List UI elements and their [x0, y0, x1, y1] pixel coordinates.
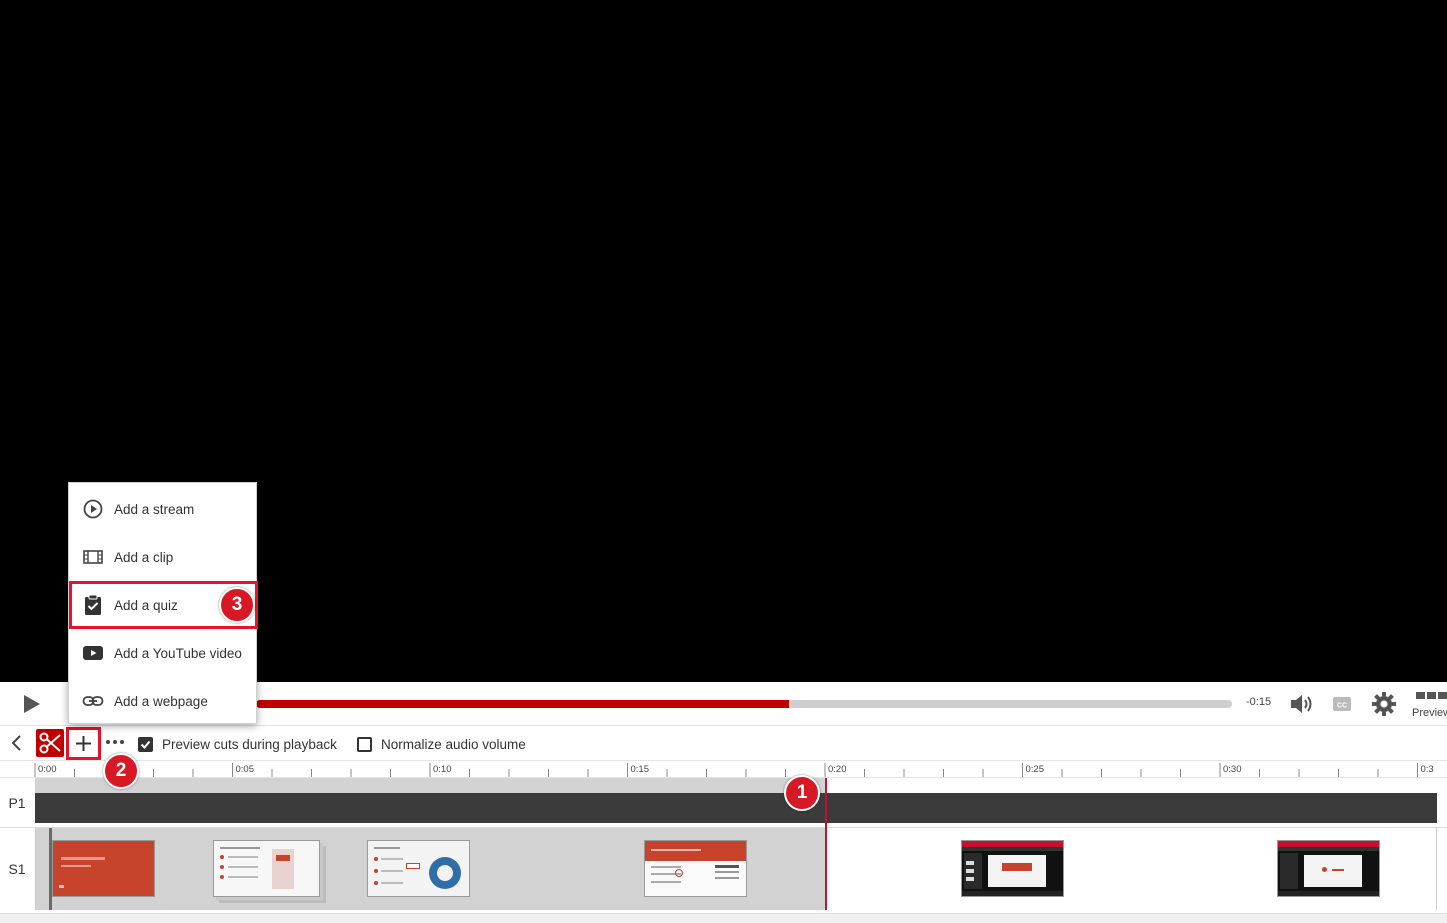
menu-item-label: Add a quiz [114, 597, 178, 613]
step-callout-3: 3 [219, 587, 255, 623]
ruler-tick-label: 0:25 [1026, 764, 1045, 775]
p1-played-region [35, 778, 826, 793]
svg-text:CC: CC [1337, 703, 1347, 710]
ruler-ticks: 0:00 0:05 0:10 0:15 0:20 0:25 0:30 0:3 [34, 763, 1434, 777]
ruler-tick-label: 0:30 [1223, 764, 1242, 775]
editor-app: -0:15 CC Previe Preview cuts during play… [0, 0, 1447, 923]
link-icon [82, 696, 104, 706]
play-icon[interactable] [22, 694, 42, 714]
editor-toolbar: Preview cuts during playback Normalize a… [0, 726, 1447, 760]
play-circle-icon [83, 499, 103, 519]
menu-item-label: Add a clip [114, 549, 174, 565]
plus-icon [76, 736, 91, 751]
add-button[interactable] [66, 727, 101, 760]
layout-icon [1416, 692, 1447, 699]
menu-item-add-youtube[interactable]: Add a YouTube video [69, 629, 258, 677]
menu-item-add-clip[interactable]: Add a clip [69, 533, 258, 581]
track-p1[interactable]: P1 [0, 778, 1447, 828]
ruler-tick-label: 0:15 [631, 764, 650, 775]
p1-stream-bar[interactable] [35, 793, 1437, 823]
track-label-s1: S1 [8, 861, 26, 877]
normalize-audio-checkbox[interactable] [357, 736, 372, 752]
ruler-tick-label: 0:20 [828, 764, 847, 775]
seek-progress [256, 700, 789, 708]
timeline-scrollbar[interactable] [0, 913, 1447, 923]
volume-icon[interactable] [1289, 692, 1315, 716]
slide-thumbnail[interactable] [213, 840, 320, 897]
playhead[interactable] [825, 778, 827, 910]
preview-cuts-label: Preview cuts during playback [162, 736, 337, 752]
clipboard-check-icon [85, 594, 101, 615]
menu-item-add-stream[interactable]: Add a stream [69, 485, 258, 533]
menu-item-label: Add a webpage [114, 693, 208, 709]
youtube-icon [83, 646, 103, 660]
closed-captions-icon[interactable]: CC [1332, 694, 1352, 714]
chevron-left-icon[interactable] [8, 733, 26, 753]
preview-label: Preview [1412, 707, 1447, 719]
step-callout-1: 1 [784, 775, 820, 811]
menu-item-label: Add a stream [114, 501, 195, 517]
slide-thumbnail[interactable] [644, 840, 747, 897]
slide-thumbnail[interactable] [52, 840, 155, 897]
slide-thumbnail[interactable] [367, 840, 470, 897]
timeline-tracks: P1 S1 [0, 778, 1447, 913]
step-callout-2: 2 [103, 753, 139, 789]
normalize-audio-option[interactable]: Normalize audio volume [357, 734, 526, 754]
check-icon [140, 740, 151, 749]
menu-item-add-webpage[interactable]: Add a webpage [69, 677, 258, 725]
ruler-tick-label: 0:05 [236, 764, 255, 775]
timeline-ruler[interactable]: 0:00 0:05 0:10 0:15 0:20 0:25 0:30 0:3 [0, 760, 1447, 778]
gear-icon[interactable] [1371, 691, 1397, 717]
scissors-icon [39, 732, 61, 754]
ruler-tick-label: 0:3 [1421, 764, 1434, 775]
track-s1[interactable]: S1 [0, 828, 1447, 910]
screen-recording-thumbnail[interactable] [961, 840, 1064, 897]
screen-recording-thumbnail[interactable] [1277, 840, 1380, 897]
seek-bar[interactable] [256, 700, 1232, 708]
ruler-tick-label: 0:10 [433, 764, 452, 775]
preview-cuts-option[interactable]: Preview cuts during playback [138, 734, 337, 754]
cut-button[interactable] [36, 729, 64, 757]
s1-lane[interactable] [35, 828, 1437, 910]
more-icon[interactable] [104, 731, 126, 753]
preview-cuts-checkbox[interactable] [138, 736, 153, 752]
track-label-p1: P1 [8, 795, 26, 811]
normalize-audio-label: Normalize audio volume [381, 736, 526, 752]
menu-item-label: Add a YouTube video [114, 645, 242, 661]
preview-toggle[interactable]: Preview [1410, 688, 1447, 724]
time-remaining: -0:15 [1246, 696, 1272, 708]
film-icon [83, 550, 103, 564]
ruler-tick-label: 0:00 [38, 764, 57, 775]
